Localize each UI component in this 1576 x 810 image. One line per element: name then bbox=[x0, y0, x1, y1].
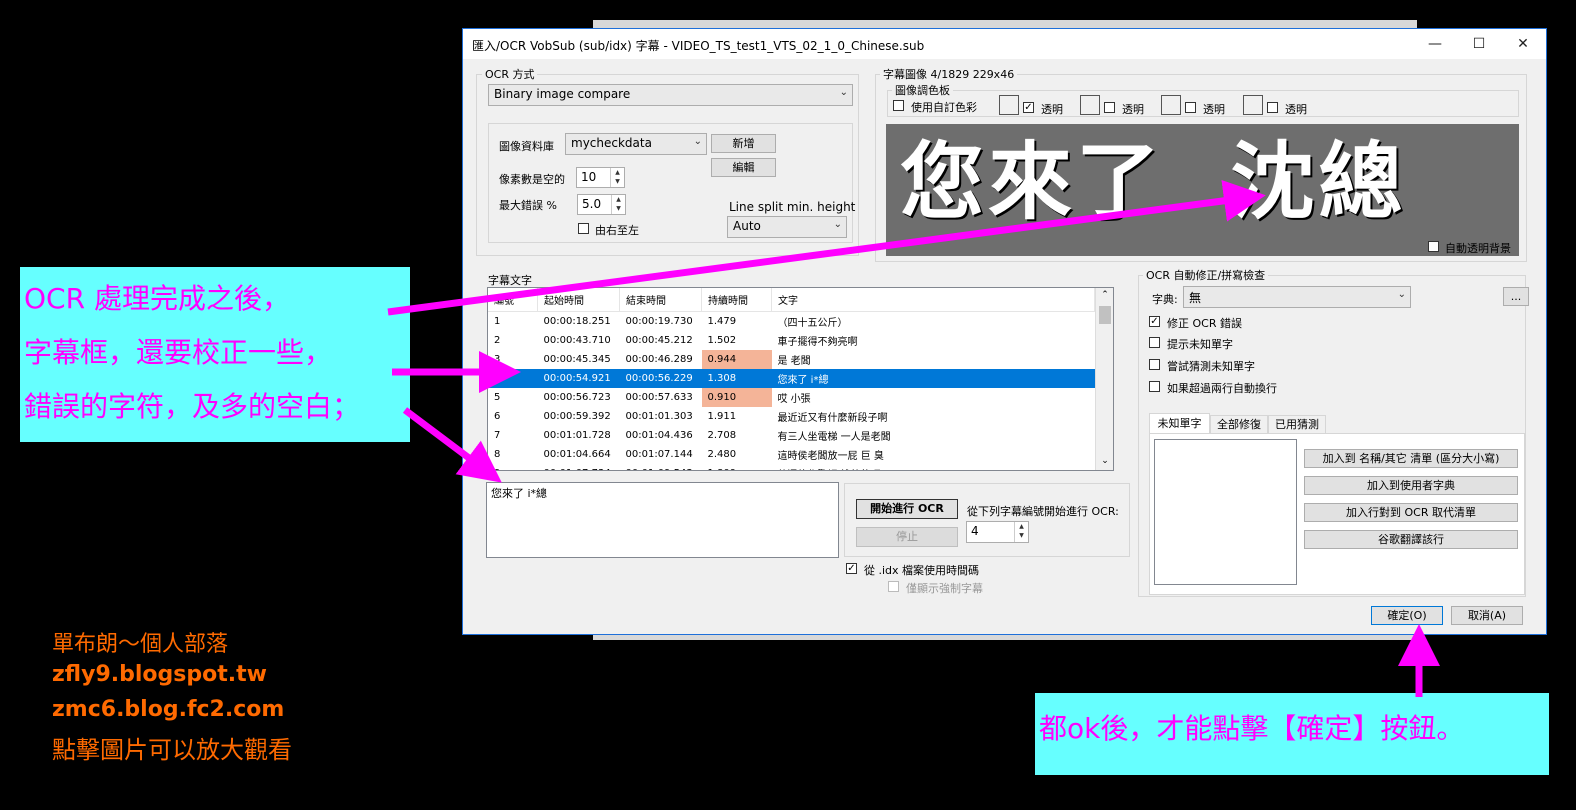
annotation-arrows bbox=[387, 179, 1440, 697]
arrow-to-image bbox=[387, 179, 1266, 316]
arrow-to-textbox bbox=[402, 407, 502, 483]
